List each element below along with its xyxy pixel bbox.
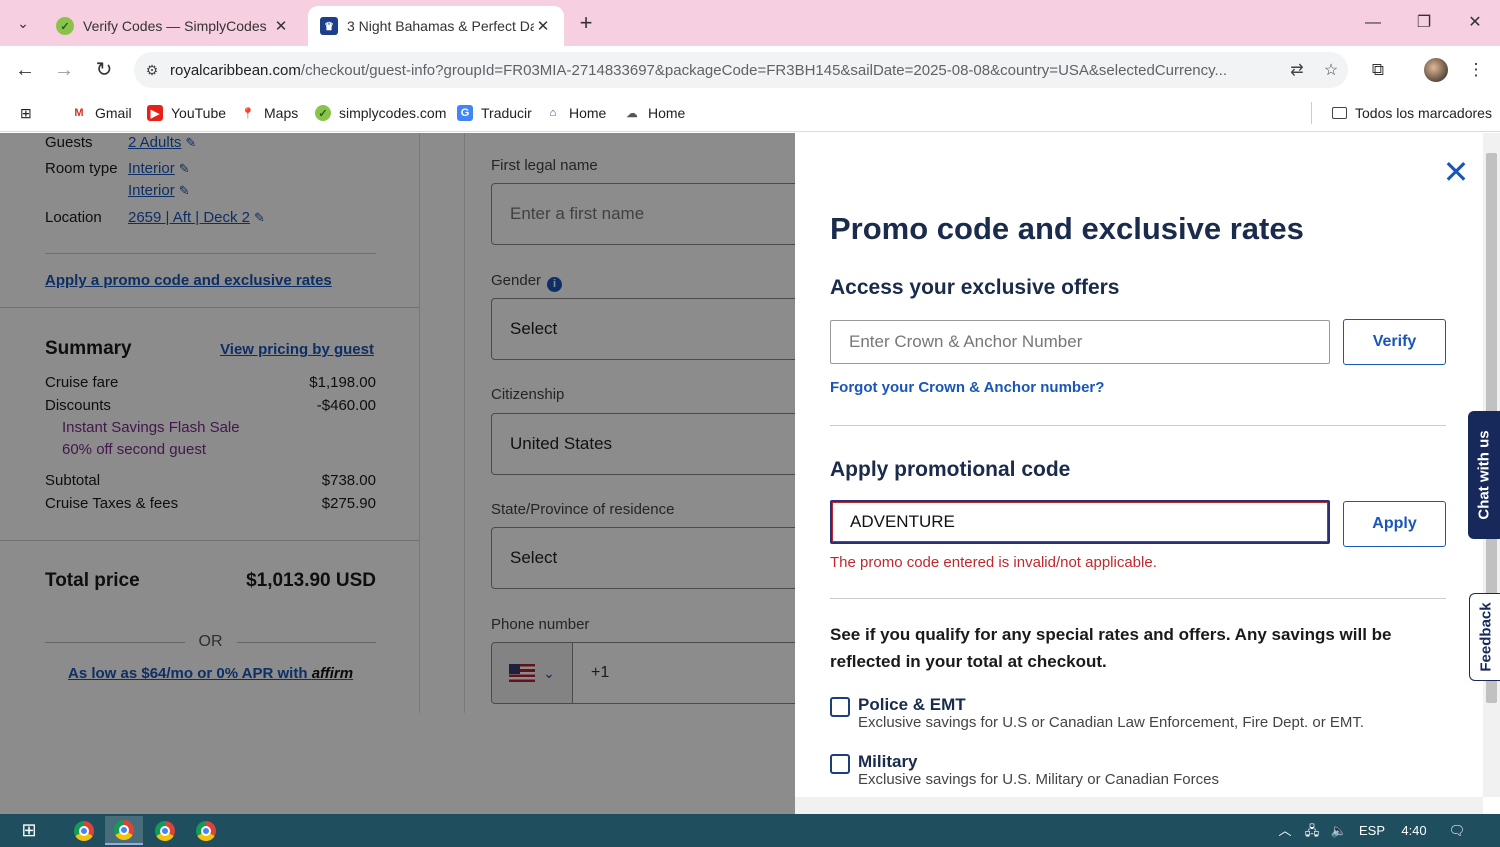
bookmark-simplycodes[interactable]: ✓ simplycodes.com — [315, 102, 446, 124]
simplycodes-icon: ✓ — [56, 17, 74, 35]
translate-icon: G — [457, 105, 473, 121]
language-indicator[interactable]: ESP — [1356, 814, 1388, 847]
promo-code-modal: ✕ Promo code and exclusive rates Access … — [795, 133, 1500, 814]
military-desc: Exclusive savings for U.S. Military or C… — [858, 771, 1219, 788]
minimize-icon[interactable]: — — [1350, 8, 1396, 38]
promo-code-input[interactable]: ADVENTURE — [830, 500, 1330, 544]
military-title: Military — [858, 752, 918, 771]
divider — [830, 425, 1446, 426]
tab-title: Verify Codes — SimplyCodes — [83, 18, 267, 34]
apps-grid-icon[interactable]: ⊞ — [20, 102, 32, 124]
gmail-icon: M — [74, 107, 84, 119]
close-tab-icon[interactable]: ✕ — [534, 17, 552, 35]
promo-error-message: The promo code entered is invalid/not ap… — [830, 554, 1157, 571]
browser-toolbar: ← → ↻ ⚙ royalcaribbean.com/checkout/gues… — [0, 46, 1500, 94]
bookmark-gmail[interactable]: M Gmail — [71, 102, 131, 124]
task-view-icon[interactable]: ⊞ — [10, 816, 48, 845]
close-icon[interactable]: ✕ — [1442, 156, 1470, 188]
bookmarks-bar: ⊞ M Gmail ▶ YouTube 📍 Maps ✓ simplycodes.com… — [0, 94, 1500, 132]
bookmark-traducir[interactable]: G Traducir — [457, 102, 532, 124]
reload-icon[interactable]: ↻ — [90, 56, 118, 84]
simplycodes-icon: ✓ — [315, 105, 331, 121]
tab-strip: ⌄ ✓ Verify Codes — SimplyCodes ✕ ♛ 3 Nig… — [0, 0, 1500, 46]
promo-heading: Apply promotional code — [830, 458, 1071, 481]
police-emt-title: Police & EMT — [858, 695, 966, 714]
military-checkbox[interactable] — [830, 754, 850, 774]
maps-icon: 📍 — [241, 107, 255, 120]
offers-heading: Access your exclusive offers — [830, 276, 1120, 299]
home-icon: ⌂ — [549, 107, 557, 119]
restore-icon[interactable]: ❐ — [1401, 8, 1447, 38]
volume-icon[interactable]: 🔈 — [1327, 814, 1351, 847]
modal-title: Promo code and exclusive rates — [830, 211, 1304, 246]
close-window-icon[interactable]: ✕ — [1452, 8, 1498, 38]
menu-kebab-icon[interactable]: ⋮ — [1462, 56, 1490, 84]
forward-icon[interactable]: → — [50, 56, 78, 84]
police-emt-checkbox[interactable] — [830, 697, 850, 717]
home-icon: ☁ — [626, 107, 638, 120]
browser-tab-simplycodes[interactable]: ✓ Verify Codes — SimplyCodes ✕ — [44, 6, 302, 46]
horizontal-scrollbar[interactable] — [795, 797, 1483, 814]
all-bookmarks[interactable]: Todos los marcadores — [1332, 102, 1492, 124]
chrome-taskbar-icon[interactable] — [146, 816, 184, 845]
bookmark-home-2[interactable]: ☁ Home — [624, 102, 686, 124]
browser-tab-royal-caribbean[interactable]: ♛ 3 Night Bahamas & Perfect Day ✕ — [308, 6, 564, 46]
royal-caribbean-icon: ♛ — [320, 17, 338, 35]
youtube-icon: ▶ — [147, 105, 163, 121]
profile-avatar[interactable] — [1424, 58, 1448, 82]
chrome-taskbar-icon[interactable] — [65, 816, 103, 845]
bookmark-star-icon[interactable]: ☆ — [1314, 60, 1348, 80]
site-info-icon[interactable]: ⚙ — [134, 62, 170, 79]
new-tab-button[interactable]: + — [572, 10, 600, 38]
folder-icon — [1332, 107, 1347, 119]
url-text: royalcaribbean.com/checkout/guest-info?g… — [170, 61, 1228, 79]
tab-search-chevron-icon[interactable]: ⌄ — [8, 8, 38, 38]
apply-button[interactable]: Apply — [1343, 501, 1446, 547]
chrome-taskbar-icon[interactable] — [105, 816, 143, 845]
forgot-crown-anchor-link[interactable]: Forgot your Crown & Anchor number? — [830, 379, 1104, 396]
police-emt-desc: Exclusive savings for U.S or Canadian La… — [858, 714, 1365, 731]
notifications-icon[interactable]: 🗨 — [1442, 814, 1472, 847]
modal-backdrop[interactable] — [0, 133, 795, 814]
tray-chevron-icon[interactable]: ︿ — [1274, 814, 1296, 847]
taskbar: ⊞ ︿ 🖧 🔈 ESP 4:40 🗨 — [0, 814, 1500, 847]
qualify-text: See if you qualify for any special rates… — [830, 625, 1392, 671]
bookmark-separator — [1311, 102, 1312, 124]
divider — [830, 598, 1446, 599]
close-tab-icon[interactable]: ✕ — [272, 17, 290, 35]
bookmark-home-1[interactable]: ⌂ Home — [545, 102, 607, 124]
bookmark-youtube[interactable]: ▶ YouTube — [147, 102, 226, 124]
network-icon[interactable]: 🖧 — [1300, 814, 1324, 847]
feedback-tab[interactable]: Feedback — [1469, 593, 1500, 681]
chrome-taskbar-icon[interactable] — [187, 816, 225, 845]
tab-title: 3 Night Bahamas & Perfect Day — [347, 18, 534, 34]
clock[interactable]: 4:40 — [1396, 814, 1432, 847]
translate-icon[interactable]: ⇄ — [1280, 60, 1314, 80]
verify-button[interactable]: Verify — [1343, 319, 1446, 365]
crown-anchor-input[interactable]: Enter Crown & Anchor Number — [830, 320, 1330, 364]
back-icon[interactable]: ← — [11, 56, 39, 84]
extensions-icon[interactable]: ⧉ — [1364, 56, 1392, 84]
address-bar[interactable]: ⚙ royalcaribbean.com/checkout/guest-info… — [134, 52, 1348, 88]
chat-with-us-tab[interactable]: Chat with us — [1468, 411, 1500, 539]
bookmark-maps[interactable]: 📍 Maps — [240, 102, 298, 124]
